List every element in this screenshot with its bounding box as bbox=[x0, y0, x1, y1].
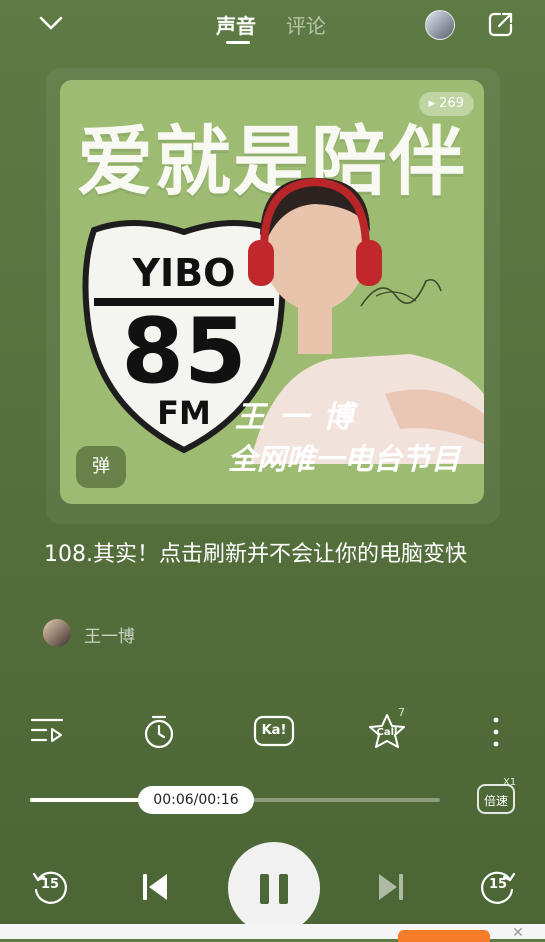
progress-time-handle[interactable]: 00:06/00:16 bbox=[138, 786, 254, 814]
play-count: 269 bbox=[439, 96, 464, 111]
tab-active-indicator bbox=[226, 41, 250, 44]
timer-icon bbox=[144, 715, 174, 749]
skip-previous-icon bbox=[143, 874, 167, 900]
share-icon bbox=[488, 12, 513, 37]
karaoke-label: Ka! bbox=[261, 723, 287, 738]
playlist-icon bbox=[30, 718, 64, 742]
sleep-timer-button[interactable] bbox=[139, 712, 179, 752]
banner-action-button[interactable] bbox=[398, 930, 490, 942]
previous-button[interactable] bbox=[140, 870, 170, 904]
author-name[interactable]: 王一博 bbox=[84, 622, 135, 647]
signature-graphic bbox=[360, 278, 442, 307]
more-button[interactable] bbox=[484, 712, 508, 752]
forward-seconds: 15 bbox=[488, 877, 508, 892]
cover-program-label: 全网唯一电台节目 bbox=[228, 442, 461, 476]
play-count-badge: ▸ 269 bbox=[418, 92, 474, 116]
pause-icon bbox=[260, 874, 269, 904]
playback-speed-value: X1 bbox=[503, 777, 517, 788]
pause-button[interactable] bbox=[228, 842, 320, 934]
more-vertical-icon bbox=[493, 717, 499, 747]
tab-audio[interactable]: 声音 bbox=[216, 10, 256, 39]
chevron-down-icon bbox=[39, 16, 63, 30]
playback-speed-button[interactable]: 倍速 bbox=[477, 784, 515, 814]
forward-15-button[interactable]: 15 bbox=[478, 866, 518, 906]
rewind-15-button[interactable]: 15 bbox=[30, 866, 70, 906]
share-button[interactable] bbox=[486, 9, 516, 39]
track-title: 108.其实！点击刷新并不会让你的电脑变快 bbox=[44, 542, 467, 567]
author-avatar[interactable] bbox=[43, 619, 71, 647]
shield-bottom-text: FM bbox=[157, 394, 211, 432]
call-label: Call bbox=[376, 727, 398, 738]
danmaku-toggle-button[interactable]: 弹 bbox=[76, 446, 126, 488]
collapse-button[interactable] bbox=[36, 10, 66, 36]
rewind-seconds: 15 bbox=[40, 877, 60, 892]
next-button[interactable] bbox=[376, 870, 406, 904]
danmaku-label: 弹 bbox=[92, 456, 110, 477]
avatar[interactable] bbox=[425, 10, 455, 40]
playlist-button[interactable] bbox=[28, 712, 68, 752]
tab-comments[interactable]: 评论 bbox=[286, 10, 326, 39]
karaoke-button[interactable]: Ka! bbox=[252, 712, 296, 752]
call-count: 7 bbox=[398, 706, 405, 719]
cover-host-name: 王一博 bbox=[235, 400, 367, 435]
album-cover[interactable]: 爱就是陪伴 ▸ 269 YIBO 85 FM 王一博 全网唯一电台节目 弹 bbox=[60, 80, 484, 504]
play-icon: ▸ bbox=[428, 96, 440, 111]
pause-icon-bar bbox=[279, 874, 288, 904]
skip-next-icon bbox=[379, 874, 403, 900]
